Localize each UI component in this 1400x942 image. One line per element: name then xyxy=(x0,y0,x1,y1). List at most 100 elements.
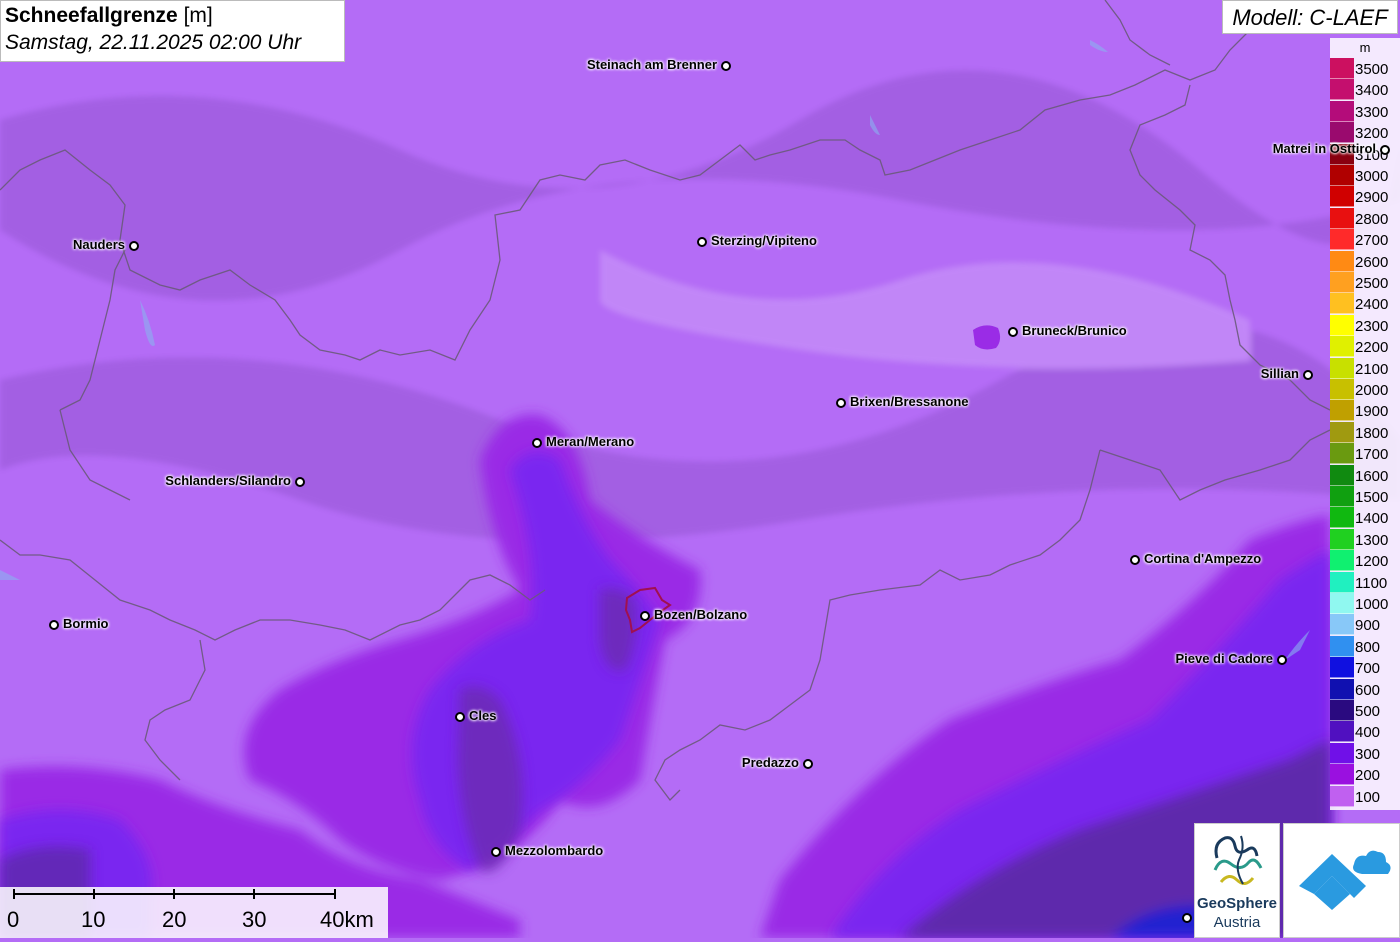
legend-swatch xyxy=(1330,293,1354,315)
legend-row: 1900 xyxy=(1330,400,1400,422)
scale-bar: 0 10 20 30 40km xyxy=(0,887,388,938)
city-label: Cortina d'Ampezzo xyxy=(1144,551,1262,566)
legend-label: 300 xyxy=(1355,745,1381,763)
city-label: Sterzing/Vipiteno xyxy=(711,233,817,248)
legend-swatch xyxy=(1330,657,1354,679)
legend-swatch xyxy=(1330,186,1354,208)
city-label: Mezzolombardo xyxy=(505,843,604,858)
city-marker[interactable] xyxy=(1380,145,1390,155)
city-marker[interactable] xyxy=(1008,327,1018,337)
scale-label-20: 20 xyxy=(162,907,187,932)
legend-swatch xyxy=(1330,207,1354,229)
city-marker[interactable] xyxy=(129,241,139,251)
house-snow-icon xyxy=(1299,850,1391,910)
legend-label: 1000 xyxy=(1355,596,1389,613)
model-label: Modell: C-LAEF xyxy=(1222,0,1398,34)
legend-swatch xyxy=(1330,357,1354,379)
legend-swatch xyxy=(1330,785,1354,807)
legend-label: 1600 xyxy=(1355,467,1389,485)
legend-row: 600 xyxy=(1330,678,1400,700)
patch-200m-bruneck xyxy=(973,325,1001,350)
legend-label: 1100 xyxy=(1355,574,1388,592)
logo-country: Austria xyxy=(1213,914,1261,931)
city-marker[interactable] xyxy=(836,398,846,408)
legend-swatch xyxy=(1330,678,1354,700)
legend-row: 1400 xyxy=(1330,507,1400,529)
city-marker[interactable] xyxy=(49,620,59,630)
legend-label: 1800 xyxy=(1355,424,1389,442)
city-label: Sillian xyxy=(1260,366,1299,381)
legend-row: 3000 xyxy=(1330,165,1400,186)
legend-label: 2000 xyxy=(1355,382,1389,399)
legend-row: 1800 xyxy=(1330,421,1400,443)
legend-label: 2900 xyxy=(1355,189,1389,207)
city-label: Bruneck/Brunico xyxy=(1022,323,1127,338)
legend-label: 2600 xyxy=(1355,253,1389,271)
legend-swatch xyxy=(1330,314,1354,336)
city-label: Meran/Merano xyxy=(546,434,635,449)
legend-swatch xyxy=(1330,593,1354,614)
legend-row: 2700 xyxy=(1330,229,1400,251)
city-marker[interactable] xyxy=(697,237,707,247)
city-label: Bozen/Bolzano xyxy=(654,607,748,622)
legend-swatch xyxy=(1330,379,1354,400)
legend-swatch xyxy=(1330,400,1354,422)
legend-row: 2200 xyxy=(1330,336,1400,358)
legend-label: 900 xyxy=(1355,617,1381,635)
legend-swatch xyxy=(1330,336,1354,358)
legend-swatch xyxy=(1330,58,1354,79)
legend-swatch xyxy=(1330,443,1354,465)
city-marker[interactable] xyxy=(491,847,501,857)
legend-swatch xyxy=(1330,250,1354,272)
map-title: Schneefallgrenze [m] xyxy=(5,4,213,27)
legend-swatch xyxy=(1330,764,1354,786)
legend-row: 100 xyxy=(1330,785,1400,807)
logo-name: GeoSphere xyxy=(1196,895,1278,912)
city-marker[interactable] xyxy=(1277,655,1287,665)
legend-row: 3400 xyxy=(1330,79,1400,101)
legend-swatch xyxy=(1330,272,1354,293)
legend-swatch xyxy=(1330,571,1354,593)
city-marker[interactable] xyxy=(640,611,650,621)
legend-swatch xyxy=(1330,165,1354,186)
snowfall-line-map[interactable] xyxy=(0,0,1400,938)
legend-label: 800 xyxy=(1355,638,1381,656)
legend-swatch xyxy=(1330,742,1354,764)
legend-row: 2900 xyxy=(1330,186,1400,208)
legend-swatch xyxy=(1330,507,1354,529)
legend-swatch xyxy=(1330,721,1354,743)
city-marker[interactable] xyxy=(1130,555,1140,565)
city-marker[interactable] xyxy=(295,477,305,487)
geosphere-logo[interactable]: GeoSphere Austria xyxy=(1194,823,1280,938)
partner-logo[interactable] xyxy=(1283,823,1400,938)
geosphere-emblem-icon xyxy=(1213,835,1263,885)
city-label: Pieve di Cadore xyxy=(1175,651,1273,666)
legend-swatch xyxy=(1330,700,1354,721)
legend-row: 1500 xyxy=(1330,486,1400,507)
city-marker[interactable] xyxy=(1182,913,1192,923)
legend-swatch xyxy=(1330,464,1354,486)
legend-label: 700 xyxy=(1355,660,1381,678)
scale-label-40km: 40km xyxy=(320,907,374,932)
legend-label: 3300 xyxy=(1355,103,1389,121)
city-marker[interactable] xyxy=(721,61,731,71)
legend-label: 3200 xyxy=(1355,125,1389,143)
city-marker[interactable] xyxy=(532,438,542,448)
legend-row: 1000 xyxy=(1330,593,1400,614)
legend-row: 2500 xyxy=(1330,272,1400,293)
city-marker[interactable] xyxy=(455,712,465,722)
legend-label: 3400 xyxy=(1355,82,1389,100)
legend-row: 800 xyxy=(1330,635,1400,657)
legend-label: 2200 xyxy=(1355,339,1389,357)
legend-row: 3500 xyxy=(1330,58,1400,79)
scale-label-10: 10 xyxy=(81,907,106,932)
legend-row: 3300 xyxy=(1330,100,1400,122)
city-marker[interactable] xyxy=(1303,370,1313,380)
legend-label: 1200 xyxy=(1355,553,1389,571)
legend-label: 1500 xyxy=(1355,489,1389,506)
legend-label: 1300 xyxy=(1355,531,1389,549)
legend-swatch xyxy=(1330,421,1354,443)
legend-label: 1700 xyxy=(1355,446,1389,464)
city-marker[interactable] xyxy=(803,759,813,769)
legend-row: 2100 xyxy=(1330,357,1400,379)
